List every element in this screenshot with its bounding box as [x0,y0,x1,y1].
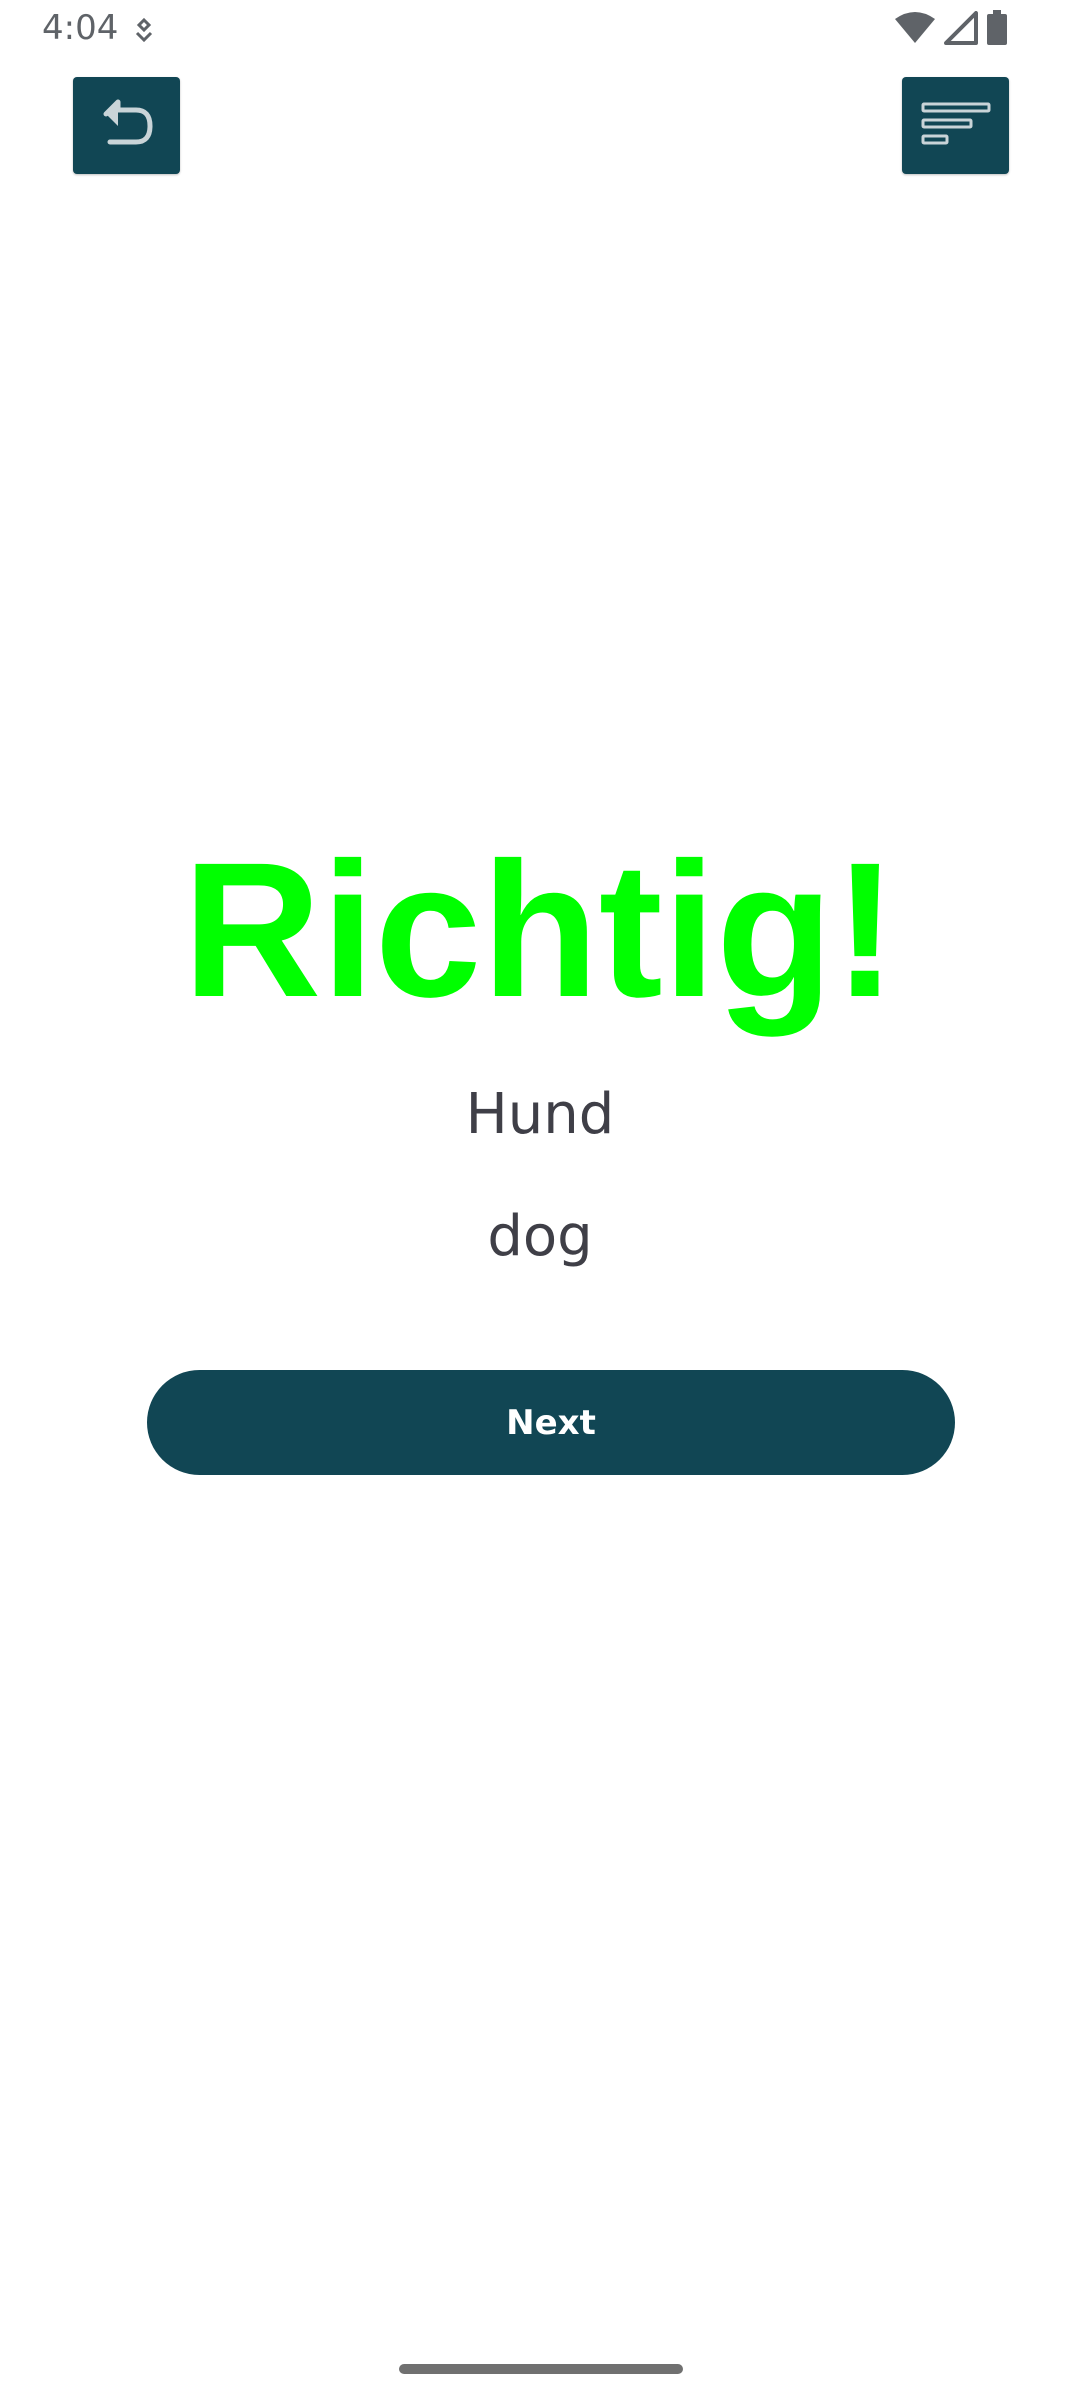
status-time: 4:04 [42,8,119,48]
wifi-icon [894,11,936,49]
home-indicator[interactable] [399,2364,683,2374]
translation-word: dog [487,1204,593,1269]
status-icons [894,10,1008,50]
battery-icon [986,10,1008,50]
result-title: Richtig! [182,822,898,1037]
cellular-signal-icon [944,11,978,49]
menu-button[interactable] [902,77,1009,174]
status-bar: 4:04 [0,0,1080,60]
next-button[interactable]: Next [147,1370,955,1475]
undo-icon [96,96,158,156]
notification-icon [130,16,158,46]
menu-lines-icon [919,98,993,154]
german-word: Hund [465,1082,615,1147]
undo-button[interactable] [73,77,180,174]
